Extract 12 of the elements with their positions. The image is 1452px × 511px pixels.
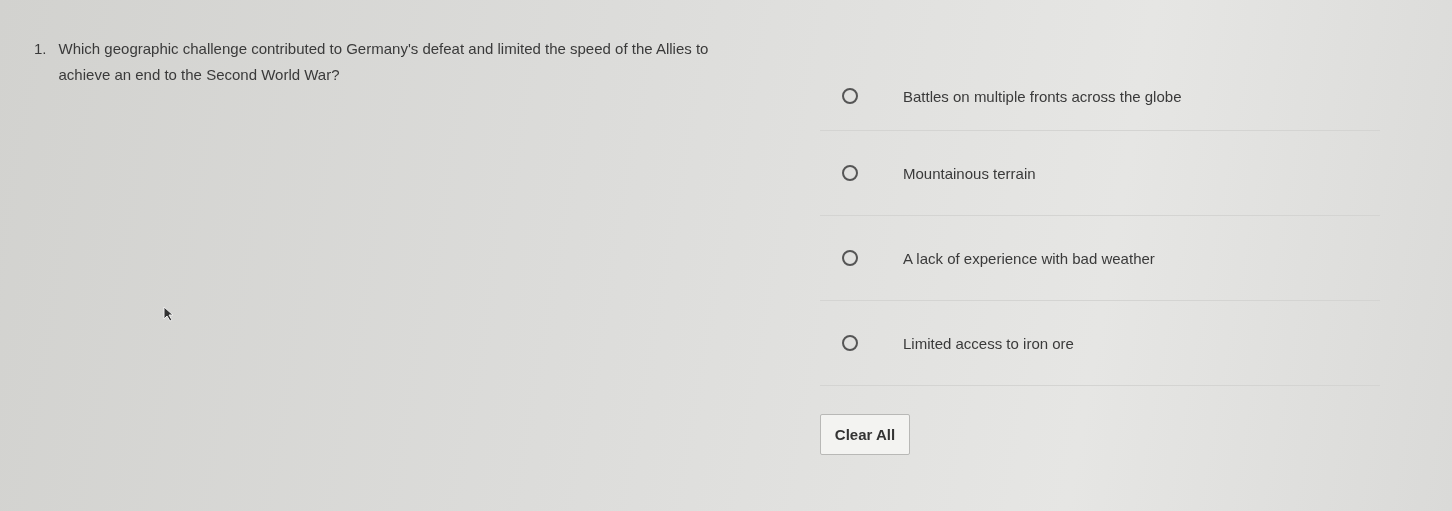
option-label[interactable]: Limited access to iron ore (903, 334, 1074, 352)
radio-button[interactable] (842, 165, 858, 181)
radio-button[interactable] (842, 88, 858, 104)
clear-all-button[interactable]: Clear All (820, 414, 910, 455)
question-number: 1. (34, 39, 47, 59)
mouse-pointer-icon (163, 306, 175, 322)
option-label[interactable]: Mountainous terrain (903, 164, 1036, 182)
radio-button[interactable] (842, 335, 858, 351)
option-label[interactable]: A lack of experience with bad weather (903, 249, 1155, 267)
radio-button[interactable] (842, 250, 858, 266)
question-text: Which geographic challenge contributed to Germany's defeat and limited the speed of the Allies to achieve an end to the Second World War? (58, 39, 710, 85)
option-label[interactable]: Battles on multiple fronts across the globe (903, 88, 1182, 105)
